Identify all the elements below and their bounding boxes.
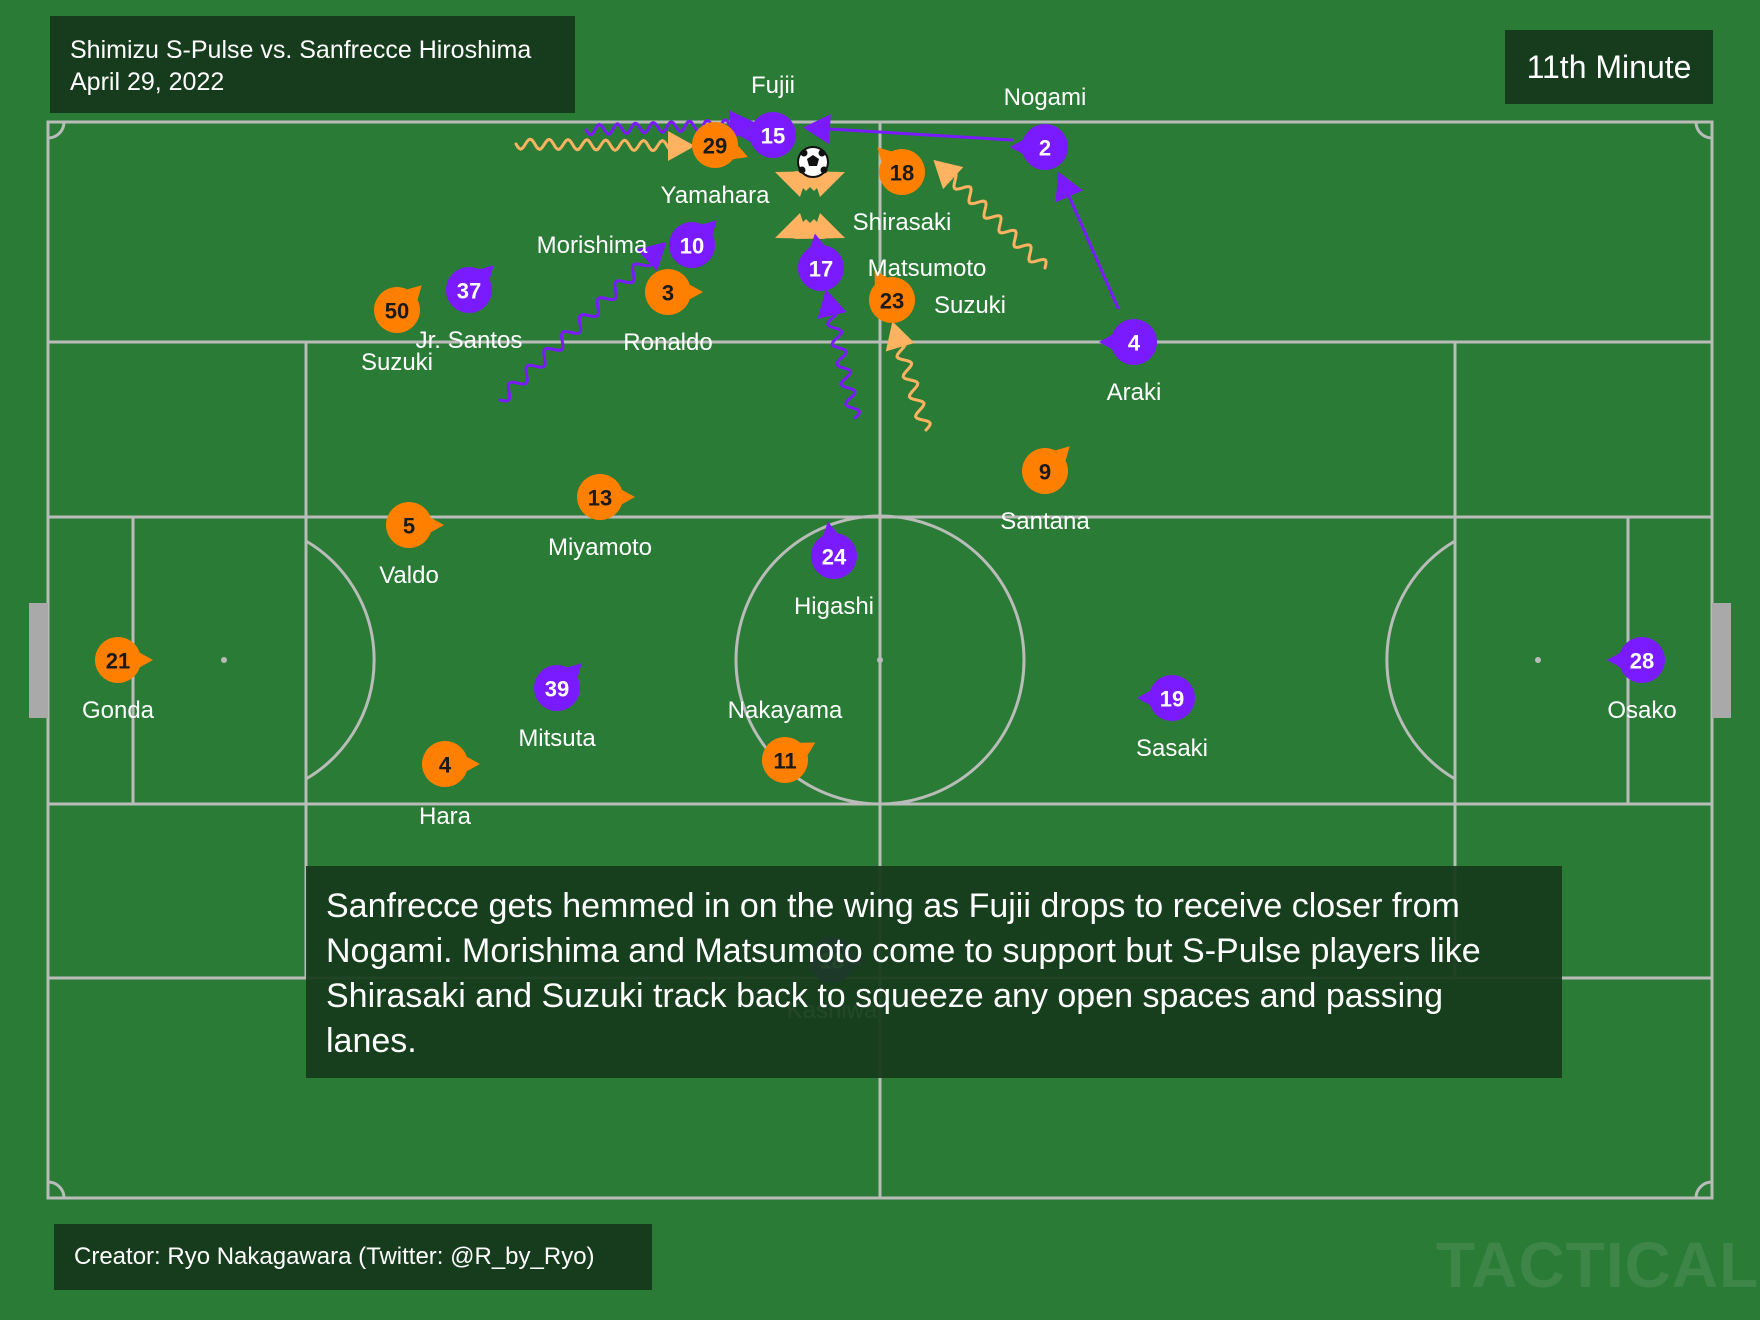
corner-arc-br [1694, 1180, 1713, 1199]
player-number: 17 [809, 257, 833, 282]
goal-left [29, 603, 48, 718]
player-name: Miyamoto [548, 534, 652, 561]
player-name: Higashi [794, 593, 874, 620]
player-name: Santana [1000, 508, 1090, 535]
centre-spot [877, 657, 883, 663]
watermark-main: TACTICAL [1436, 1229, 1760, 1301]
player-number: 21 [106, 649, 130, 674]
penalty-spot-right [1535, 657, 1541, 663]
player-name: Jr. Santos [416, 327, 523, 354]
player-number: 2 [1039, 136, 1051, 161]
player-hiroshima: 15 Fujii [738, 72, 796, 158]
corner-arc-tr [1694, 121, 1713, 140]
pitch-diagram: 29Yamahara18Shirasaki3Ronaldo23 Suzuki50S… [29, 72, 1731, 1200]
player-number: 28 [1630, 649, 1654, 674]
player-name: Shirasaki [853, 209, 952, 236]
player-number: 4 [439, 753, 452, 778]
player-number: 50 [385, 299, 409, 324]
minute-badge: 11th Minute [1505, 30, 1713, 104]
goal-right [1712, 603, 1731, 718]
player-hiroshima: 10 Morishima [537, 220, 717, 268]
penalty-arc-left [305, 539, 376, 781]
player-hiroshima: 39 Mitsuta [518, 663, 596, 752]
player-shimizu: 3 Ronaldo [623, 269, 713, 356]
player-number: 18 [890, 161, 914, 186]
penalty-spot-left [221, 657, 227, 663]
match-title: Shimizu S-Pulse vs. Sanfrecce Hiroshima [70, 36, 532, 64]
player-name: Gonda [82, 697, 155, 724]
penalty-arc-right [1385, 539, 1456, 781]
football-icon [797, 146, 829, 178]
player-shimizu: 21 Gonda [82, 637, 155, 724]
player-hiroshima: 28 Osako [1607, 637, 1677, 724]
player-name: Matsumoto [868, 255, 987, 282]
player-number: 23 [880, 289, 904, 314]
player-name: Mitsuta [518, 725, 596, 752]
player-number: 3 [662, 281, 674, 306]
player-number: 13 [588, 486, 612, 511]
player-name: Sasaki [1136, 735, 1208, 762]
player-name: Morishima [537, 232, 648, 259]
player-number: 19 [1160, 687, 1184, 712]
player-number: 11 [773, 749, 796, 774]
player-shimizu: 11 Nakayama [728, 697, 843, 783]
player-number: 5 [403, 514, 415, 539]
match-date: April 29, 2022 [70, 68, 225, 96]
player-name: Yamahara [661, 182, 771, 209]
player-shimizu: 5 Valdo [379, 502, 444, 589]
player-hiroshima: 37 Jr. Santos [416, 265, 523, 354]
pass-arrow [803, 114, 1014, 145]
player-name: Nogami [1004, 84, 1087, 111]
player-name: Valdo [379, 562, 439, 589]
match-title-panel: Shimizu S-Pulse vs. Sanfrecce Hiroshima … [50, 16, 575, 113]
run-arrow-hiroshima [817, 289, 862, 420]
caption-panel: Sanfrecce gets hemmed in on the wing as … [306, 866, 1562, 1078]
player-name: Suzuki [934, 292, 1006, 319]
player-number: 37 [457, 279, 481, 304]
watermark-logo: TACTICALista [1436, 1228, 1760, 1302]
player-hiroshima: 19 Sasaki [1136, 675, 1208, 762]
run-arrow-shimizu [514, 131, 695, 161]
player-name: Ronaldo [623, 329, 712, 356]
player-hiroshima: 4 Araki [1099, 319, 1161, 406]
run-arrow-shimizu [933, 159, 1048, 270]
corner-arc-bl [47, 1180, 66, 1199]
player-name: Araki [1107, 379, 1162, 406]
caption-text: Sanfrecce gets hemmed in on the wing as … [326, 887, 1481, 1060]
player-hiroshima: 2 Nogami [1004, 84, 1087, 170]
creator-credit: Creator: Ryo Nakagawara (Twitter: @R_by_… [54, 1224, 652, 1290]
squeeze-arrows [775, 171, 845, 239]
player-number: 15 [761, 124, 785, 149]
player-shimizu: 4 Hara [419, 741, 480, 830]
player-number: 29 [703, 134, 727, 159]
corner-arc-tl [47, 121, 66, 140]
run-arrow-hiroshima [498, 241, 667, 403]
player-name: Hara [419, 803, 472, 830]
run-arrow-araki [1055, 171, 1120, 310]
player-number: 4 [1128, 331, 1141, 356]
player-name: Osako [1607, 697, 1676, 724]
player-number: 10 [680, 234, 704, 259]
player-shimizu: 9 Santana [1000, 446, 1090, 535]
player-name: Nakayama [728, 697, 843, 724]
player-number: 24 [822, 545, 847, 570]
player-number: 9 [1039, 460, 1051, 485]
run-arrow-shimizu [885, 321, 932, 432]
player-number: 39 [545, 677, 569, 702]
player-name: Fujii [751, 72, 795, 99]
player-shimizu: 18 Shirasaki [853, 147, 952, 236]
